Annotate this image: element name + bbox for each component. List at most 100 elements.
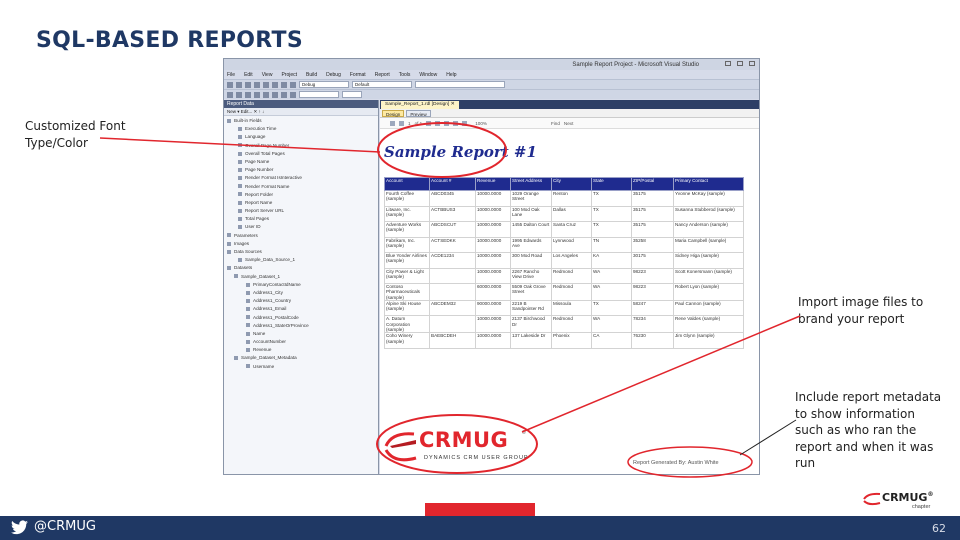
table-cell: Santa Cruz xyxy=(551,221,592,238)
align-right-icon[interactable] xyxy=(272,91,278,98)
bold-icon[interactable] xyxy=(227,91,233,98)
italic-icon[interactable] xyxy=(236,91,242,98)
crmug-swoosh-icon xyxy=(384,432,417,462)
menu-view[interactable]: View xyxy=(262,72,273,78)
zoom-dropdown[interactable]: 100% xyxy=(475,121,487,126)
new-project-icon[interactable] xyxy=(227,81,233,88)
tree-item[interactable]: Address1_Country xyxy=(224,297,378,305)
cut-icon[interactable] xyxy=(254,81,260,88)
tree-item[interactable]: Language xyxy=(224,133,378,141)
last-page-icon[interactable] xyxy=(435,120,441,126)
redo-icon[interactable] xyxy=(290,81,296,88)
table-cell: 35258 xyxy=(631,236,674,253)
tree-item[interactable]: Page Name xyxy=(224,158,378,166)
undo-icon[interactable] xyxy=(281,81,287,88)
save-icon[interactable] xyxy=(245,81,251,88)
folder-icon xyxy=(227,233,231,238)
table-cell xyxy=(429,267,476,284)
report-data-title: Report Data xyxy=(224,100,378,108)
tree-item[interactable]: Address1_StateOrProvince xyxy=(224,322,378,330)
tree-item[interactable]: Overall Total Pages xyxy=(224,150,378,158)
menu-edit[interactable]: Edit xyxy=(244,72,253,78)
font-color-icon[interactable] xyxy=(281,91,287,98)
tab-preview[interactable]: Preview xyxy=(406,109,431,117)
close-icon[interactable] xyxy=(749,61,755,66)
menu-build[interactable]: Build xyxy=(306,72,317,78)
page-number-field[interactable]: 1 xyxy=(408,121,411,126)
field-icon xyxy=(238,176,242,181)
underline-icon[interactable] xyxy=(245,91,251,98)
font-size-dropdown[interactable] xyxy=(342,91,362,98)
table-cell: ACTSEDKK xyxy=(429,236,476,253)
tree-item[interactable]: User ID xyxy=(224,223,378,231)
default-dropdown[interactable]: Default xyxy=(352,81,412,88)
refresh-icon[interactable] xyxy=(444,120,450,126)
menu-tools[interactable]: Tools xyxy=(399,72,411,78)
tree-item[interactable]: Username xyxy=(224,363,378,371)
tree-item[interactable]: Total Pages xyxy=(224,215,378,223)
tree-item[interactable]: Built-in Fields xyxy=(224,117,378,125)
tree-item[interactable]: Sample_Dataset_1 xyxy=(224,273,378,281)
maximize-icon[interactable] xyxy=(737,61,743,66)
border-icon[interactable] xyxy=(290,91,296,98)
tab-sample-report[interactable]: Sample_Report_1.rdl [Design] ✕ xyxy=(381,101,459,109)
print-icon[interactable] xyxy=(453,120,459,126)
search-dropdown[interactable] xyxy=(415,81,505,88)
align-center-icon[interactable] xyxy=(263,91,269,98)
vs-toolbar-2 xyxy=(224,89,759,99)
tree-item[interactable]: Address1_Email xyxy=(224,305,378,313)
first-page-icon[interactable] xyxy=(390,120,395,126)
tree-item[interactable]: Render Format Name xyxy=(224,183,378,191)
tree-item[interactable]: AccountNumber xyxy=(224,338,378,346)
config-dropdown[interactable]: Debug xyxy=(299,81,349,88)
open-icon[interactable] xyxy=(236,81,242,88)
menu-report[interactable]: Report xyxy=(375,72,390,78)
table-cell: BAEBCDEH xyxy=(429,332,476,349)
tree-item[interactable]: Sample_Data_Source_1 xyxy=(224,256,378,264)
tree-item[interactable]: Data Sources xyxy=(224,248,378,256)
prev-page-icon[interactable] xyxy=(399,120,404,126)
tree-item[interactable]: Page Number xyxy=(224,166,378,174)
tree-item[interactable]: Overall Page Number xyxy=(224,142,378,150)
table-cell: Yvonne McKay (sample) xyxy=(673,190,744,207)
table-cell: WA xyxy=(591,267,632,284)
next-page-icon[interactable] xyxy=(426,120,432,126)
tab-design[interactable]: Design xyxy=(382,109,405,117)
minimize-icon[interactable] xyxy=(725,61,731,66)
menu-format[interactable]: Format xyxy=(350,72,366,78)
menu-project[interactable]: Project xyxy=(281,72,297,78)
tree-item[interactable]: Name xyxy=(224,330,378,338)
column-header: Account xyxy=(384,177,430,191)
tree-item[interactable]: PrimaryContactIdName xyxy=(224,281,378,289)
column-header: Primary Contact xyxy=(673,177,744,191)
tree-item[interactable]: Report Name xyxy=(224,199,378,207)
table-cell: 98223 xyxy=(631,267,674,284)
export-icon[interactable] xyxy=(462,120,468,126)
find-link[interactable]: Find xyxy=(551,121,560,126)
table-cell: Redmond xyxy=(551,283,592,301)
font-dropdown[interactable] xyxy=(299,91,339,98)
tree-item[interactable]: Execution Time xyxy=(224,125,378,133)
tree-item[interactable]: Parameters xyxy=(224,232,378,240)
tree-item[interactable]: Report Folder xyxy=(224,191,378,199)
tree-item[interactable]: Sample_Dataset_Metadata xyxy=(224,354,378,362)
tree-item[interactable]: Images xyxy=(224,240,378,248)
menu-file[interactable]: File xyxy=(227,72,235,78)
paste-icon[interactable] xyxy=(272,81,278,88)
menu-help[interactable]: Help xyxy=(446,72,456,78)
tree-item[interactable]: Datasets xyxy=(224,264,378,272)
field-icon xyxy=(238,208,242,213)
menu-window[interactable]: Window xyxy=(419,72,437,78)
copy-icon[interactable] xyxy=(263,81,269,88)
tree-item[interactable]: Revenue xyxy=(224,346,378,354)
next-link[interactable]: Next xyxy=(564,121,573,126)
tree-item[interactable]: Address1_PostalCode xyxy=(224,314,378,322)
tree-item[interactable]: Render Format IsInteractive xyxy=(224,174,378,182)
report-data-toolbar[interactable]: New ▾ Edit... ✕ ↑ ↓ xyxy=(224,108,378,116)
align-left-icon[interactable] xyxy=(254,91,260,98)
tree-item[interactable]: Report Server URL xyxy=(224,207,378,215)
column-header: City xyxy=(551,177,592,191)
tree-item[interactable]: Address1_City xyxy=(224,289,378,297)
menu-debug[interactable]: Debug xyxy=(326,72,341,78)
table-cell: 100 Mod Oak Lane xyxy=(510,205,552,222)
